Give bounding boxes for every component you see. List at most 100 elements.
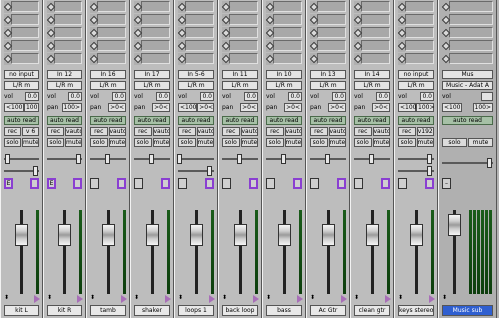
fader-handle[interactable] xyxy=(58,224,71,247)
insert-slot[interactable] xyxy=(90,27,126,39)
pan-knob[interactable] xyxy=(4,154,10,164)
group-selector-icon[interactable] xyxy=(222,178,231,189)
insert-box[interactable] xyxy=(54,27,82,38)
insert-diamond-icon[interactable] xyxy=(4,1,11,13)
insert-slot[interactable] xyxy=(178,1,214,13)
track-name[interactable]: back loop xyxy=(222,305,258,316)
insert-slot[interactable] xyxy=(47,53,82,65)
insert-box[interactable] xyxy=(273,53,302,64)
pan-slider-right[interactable] xyxy=(178,166,214,176)
input-selector[interactable]: In 5-6 xyxy=(178,70,214,79)
insert-diamond-icon[interactable] xyxy=(354,14,361,26)
insert-box[interactable] xyxy=(11,27,39,38)
automation-mode[interactable]: auto read xyxy=(310,116,346,125)
record-button[interactable]: rec xyxy=(398,127,416,136)
automation-mode[interactable]: auto read xyxy=(222,116,258,125)
insert-box[interactable] xyxy=(54,14,82,25)
insert-slot[interactable] xyxy=(354,1,390,13)
insert-slot[interactable] xyxy=(178,27,214,39)
insert-slot[interactable] xyxy=(178,40,214,52)
mute-button[interactable]: mute xyxy=(328,138,346,147)
insert-box[interactable] xyxy=(11,1,39,12)
insert-diamond-icon[interactable] xyxy=(398,53,405,65)
insert-box[interactable] xyxy=(273,40,302,51)
output-selector[interactable]: L/R m xyxy=(398,81,434,90)
automation-mode[interactable]: auto read xyxy=(134,116,170,125)
scroll-arrows-icon[interactable]: ⬍ xyxy=(398,295,403,301)
insert-box[interactable] xyxy=(405,14,434,25)
insert-diamond-icon[interactable] xyxy=(266,40,273,52)
solo-button[interactable]: solo xyxy=(90,138,108,147)
pan-knob[interactable] xyxy=(427,154,433,164)
voice-selector[interactable]: vauto xyxy=(372,127,390,136)
insert-box[interactable] xyxy=(54,53,82,64)
pan-knob[interactable] xyxy=(369,154,374,164)
insert-box[interactable] xyxy=(317,40,346,51)
mute-button[interactable]: mute xyxy=(416,138,434,147)
insert-diamond-icon[interactable] xyxy=(310,14,317,26)
voice-selector-icon[interactable] xyxy=(337,178,346,189)
minus-icon[interactable]: – xyxy=(442,178,451,189)
insert-box[interactable] xyxy=(405,40,434,51)
mute-button[interactable]: mute xyxy=(65,138,82,147)
volume-value[interactable]: 0.0 xyxy=(25,92,39,101)
insert-diamond-icon[interactable] xyxy=(398,14,405,26)
volume-value[interactable]: 0.0 xyxy=(156,92,170,101)
pan-knob[interactable] xyxy=(105,154,110,164)
insert-diamond-icon[interactable] xyxy=(90,1,97,13)
voice-selector-icon[interactable] xyxy=(293,178,302,189)
output-selector[interactable]: Music - Adat A xyxy=(442,81,493,90)
pan-value[interactable]: >0< xyxy=(152,103,170,112)
track-name[interactable]: bass xyxy=(266,305,302,316)
record-button[interactable]: rec xyxy=(4,127,21,136)
voice-selector-icon[interactable] xyxy=(381,178,390,189)
voice-selector-icon[interactable] xyxy=(73,178,82,189)
voice-selector-icon[interactable] xyxy=(249,178,258,189)
scroll-arrows-icon[interactable]: ⬍ xyxy=(178,295,183,301)
insert-slot[interactable] xyxy=(442,40,493,52)
scroll-arrows-icon[interactable]: ⬍ xyxy=(266,295,271,301)
insert-diamond-icon[interactable] xyxy=(442,53,449,65)
mute-button[interactable]: mute xyxy=(22,138,39,147)
insert-box[interactable] xyxy=(54,40,82,51)
insert-box[interactable] xyxy=(317,14,346,25)
mute-button[interactable]: mute xyxy=(372,138,390,147)
output-selector[interactable]: L/R m xyxy=(354,81,390,90)
insert-slot[interactable] xyxy=(398,14,434,26)
pan-slider[interactable] xyxy=(398,154,434,164)
insert-box[interactable] xyxy=(185,40,214,51)
insert-box[interactable] xyxy=(185,1,214,12)
insert-slot[interactable] xyxy=(354,14,390,26)
insert-diamond-icon[interactable] xyxy=(178,27,185,39)
track-name[interactable]: kit R xyxy=(47,305,82,316)
pan-slider[interactable] xyxy=(134,154,170,164)
insert-diamond-icon[interactable] xyxy=(354,53,361,65)
insert-diamond-icon[interactable] xyxy=(398,1,405,13)
insert-slot[interactable] xyxy=(178,14,214,26)
insert-diamond-icon[interactable] xyxy=(134,40,141,52)
fader-handle[interactable] xyxy=(448,214,461,236)
insert-diamond-icon[interactable] xyxy=(178,1,185,13)
fader-handle[interactable] xyxy=(410,224,423,247)
pan-knob[interactable] xyxy=(427,166,433,176)
insert-diamond-icon[interactable] xyxy=(134,14,141,26)
group-selector-icon[interactable] xyxy=(310,178,319,189)
insert-diamond-icon[interactable] xyxy=(4,27,11,39)
automation-mode[interactable]: auto read xyxy=(90,116,126,125)
track-name[interactable]: tamb xyxy=(90,305,126,316)
insert-slot[interactable] xyxy=(134,40,170,52)
insert-diamond-icon[interactable] xyxy=(442,1,449,13)
voice-selector[interactable]: vauto xyxy=(196,127,214,136)
group-selector-icon[interactable] xyxy=(266,178,275,189)
insert-diamond-icon[interactable] xyxy=(90,40,97,52)
insert-diamond-icon[interactable] xyxy=(134,27,141,39)
insert-slot[interactable] xyxy=(134,27,170,39)
insert-slot[interactable] xyxy=(354,40,390,52)
record-button[interactable]: rec xyxy=(47,127,64,136)
scroll-arrows-icon[interactable]: ⬍ xyxy=(354,295,359,301)
insert-slot[interactable] xyxy=(4,1,39,13)
mute-button[interactable]: mute xyxy=(152,138,170,147)
insert-slot[interactable] xyxy=(222,1,258,13)
scroll-arrows-icon[interactable]: ⬍ xyxy=(90,295,95,301)
insert-box[interactable] xyxy=(141,40,170,51)
